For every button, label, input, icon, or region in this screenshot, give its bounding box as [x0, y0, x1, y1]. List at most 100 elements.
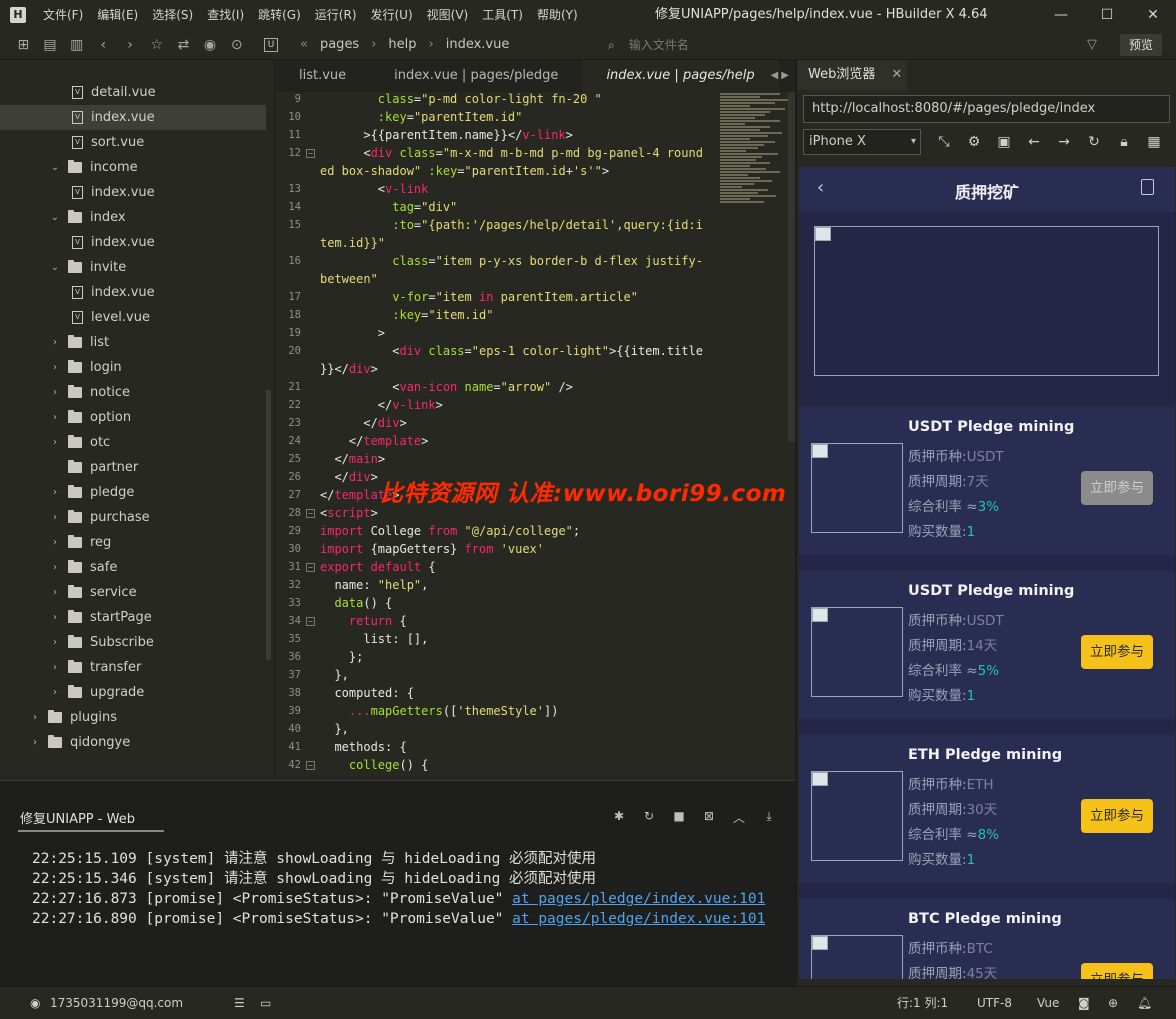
- debug-icon[interactable]: ⊙: [223, 37, 250, 53]
- code-line[interactable]: </div>: [320, 468, 377, 486]
- tree-folder[interactable]: › upgrade: [0, 680, 266, 705]
- breadcrumb-help[interactable]: help: [388, 37, 416, 52]
- editor-scrollbar[interactable]: [788, 92, 795, 442]
- fold-toggle-icon[interactable]: −: [306, 617, 315, 626]
- preview-button[interactable]: 预览: [1120, 34, 1162, 56]
- transfer-icon[interactable]: ⇄: [170, 37, 197, 53]
- code-line[interactable]: class="item p-y-xs border-b d-flex justi…: [320, 252, 703, 270]
- tree-folder[interactable]: › transfer: [0, 655, 266, 680]
- menu-edit[interactable]: 编辑(E): [90, 0, 145, 30]
- chevron-right-icon[interactable]: ›: [48, 412, 62, 423]
- qrcode-icon[interactable]: ▦: [1139, 134, 1169, 150]
- menu-goto[interactable]: 跳转(G): [251, 0, 308, 30]
- chevron-right-icon[interactable]: ›: [48, 562, 62, 573]
- lock-icon[interactable]: 🔒︎: [1109, 134, 1139, 150]
- tree-file[interactable]: Vindex.vue: [0, 180, 266, 205]
- code-line[interactable]: <script>: [320, 504, 378, 522]
- tree-file[interactable]: Vindex.vue: [0, 105, 266, 130]
- minimize-button[interactable]: —: [1038, 0, 1084, 30]
- code-line[interactable]: data() {: [320, 594, 392, 612]
- new-file-icon[interactable]: ⊞: [10, 37, 37, 53]
- chevron-right-icon[interactable]: ›: [48, 362, 62, 373]
- code-line[interactable]: }}</div>: [320, 360, 378, 378]
- fold-toggle-icon[interactable]: −: [306, 563, 315, 572]
- code-line[interactable]: },: [320, 666, 348, 684]
- update-icon[interactable]: ⊕: [1108, 987, 1118, 1019]
- terminal-icon[interactable]: ▭: [260, 987, 271, 1019]
- breadcrumb-file[interactable]: index.vue: [446, 37, 510, 52]
- console-restart-icon[interactable]: ↻: [634, 809, 664, 826]
- cursor-position[interactable]: 行:1 列:1: [897, 987, 948, 1019]
- back-arrow-icon[interactable]: ←: [1019, 134, 1049, 150]
- account-icon[interactable]: ◉: [30, 987, 40, 1019]
- record-doc-icon[interactable]: [1141, 179, 1154, 195]
- join-button[interactable]: 立即参与: [1081, 799, 1153, 833]
- code-line[interactable]: export default {: [320, 558, 436, 576]
- code-line[interactable]: <van-icon name="arrow" />: [320, 378, 573, 396]
- code-line[interactable]: </v-link>: [320, 396, 443, 414]
- fold-toggle-icon[interactable]: −: [306, 509, 315, 518]
- menu-file[interactable]: 文件(F): [36, 0, 90, 30]
- fold-toggle-icon[interactable]: −: [306, 149, 315, 158]
- file-search[interactable]: ⌕ 输入文件名: [608, 30, 689, 60]
- code-line[interactable]: college() {: [320, 756, 428, 774]
- tree-folder[interactable]: › login: [0, 355, 266, 380]
- tree-folder[interactable]: › Subscribe: [0, 630, 266, 655]
- tree-folder[interactable]: › purchase: [0, 505, 266, 530]
- language-mode[interactable]: Vue: [1037, 987, 1059, 1019]
- code-line[interactable]: >{{parentItem.name}}</v-link>: [320, 126, 573, 144]
- settings-icon[interactable]: ⚙: [959, 134, 989, 150]
- join-button[interactable]: 立即参与: [1081, 963, 1153, 979]
- tree-folder[interactable]: › plugins: [0, 705, 266, 730]
- forward-icon[interactable]: ›: [117, 37, 144, 53]
- tab-help-index[interactable]: index.vue | pages/help: [582, 60, 779, 92]
- tab-scroll-arrows-icon[interactable]: ◀ ▶: [770, 60, 789, 92]
- code-line[interactable]: <div class="m-x-md m-b-md p-md bg-panel-…: [320, 144, 703, 162]
- code-line[interactable]: ed box-shadow" :key="parentItem.id+'s'">: [320, 162, 609, 180]
- tree-folder[interactable]: › option: [0, 405, 266, 430]
- code-line[interactable]: },: [320, 720, 348, 738]
- close-window-button[interactable]: ✕: [1130, 0, 1176, 30]
- tree-folder[interactable]: ⌄ income: [0, 155, 266, 180]
- tree-folder[interactable]: › otc: [0, 430, 266, 455]
- tree-file[interactable]: Vdetail.vue: [0, 80, 266, 105]
- tree-folder[interactable]: ⌄ invite: [0, 255, 266, 280]
- tab-web-browser[interactable]: Web浏览器 ✕: [797, 60, 907, 90]
- chevron-right-icon[interactable]: ›: [48, 662, 62, 673]
- chevron-right-icon[interactable]: ›: [48, 437, 62, 448]
- breadcrumb-pages[interactable]: pages: [320, 37, 359, 52]
- code-line[interactable]: ...mapGetters(['themeStyle']): [320, 702, 559, 720]
- chevron-right-icon[interactable]: ›: [28, 737, 42, 748]
- tree-file[interactable]: Vindex.vue: [0, 280, 266, 305]
- console-tab[interactable]: 修复UNIAPP - Web: [18, 808, 164, 832]
- encoding[interactable]: UTF-8: [977, 987, 1012, 1019]
- tree-folder[interactable]: partner: [0, 455, 266, 480]
- chevron-down-icon[interactable]: ⌄: [48, 212, 62, 223]
- tree-folder[interactable]: › service: [0, 580, 266, 605]
- code-line[interactable]: v-for="item in parentItem.article": [320, 288, 638, 306]
- menu-select[interactable]: 选择(S): [145, 0, 200, 30]
- code-line[interactable]: </template>: [320, 432, 429, 450]
- code-line[interactable]: return {: [320, 612, 407, 630]
- chevron-down-icon[interactable]: ⌄: [48, 162, 62, 173]
- tree-folder[interactable]: › pledge: [0, 480, 266, 505]
- tree-file[interactable]: Vindex.vue: [0, 230, 266, 255]
- filter-icon[interactable]: ▽: [1087, 30, 1097, 60]
- code-line[interactable]: computed: {: [320, 684, 413, 702]
- console-source-link[interactable]: at pages/pledge/index.vue:101: [512, 891, 765, 907]
- forward-arrow-icon[interactable]: →: [1049, 134, 1079, 150]
- code-line[interactable]: <v-link: [320, 180, 429, 198]
- rotate-icon[interactable]: ⤡: [929, 134, 959, 150]
- devtools-icon[interactable]: ▣: [989, 134, 1019, 150]
- tab-pledge-index[interactable]: index.vue | pages/pledge: [370, 60, 582, 92]
- code-line[interactable]: </div>: [320, 414, 406, 432]
- maximize-button[interactable]: ☐: [1084, 0, 1130, 30]
- code-line[interactable]: tem.id}}": [320, 234, 385, 252]
- list-icon[interactable]: ☰: [234, 987, 245, 1019]
- tree-file[interactable]: Vlevel.vue: [0, 305, 266, 330]
- chevron-right-icon[interactable]: ›: [48, 512, 62, 523]
- tree-folder[interactable]: › safe: [0, 555, 266, 580]
- console-bug-icon[interactable]: ✱: [604, 809, 634, 826]
- code-line[interactable]: :key="item.id": [320, 306, 493, 324]
- console-wrap-icon[interactable]: ⤓: [754, 809, 784, 826]
